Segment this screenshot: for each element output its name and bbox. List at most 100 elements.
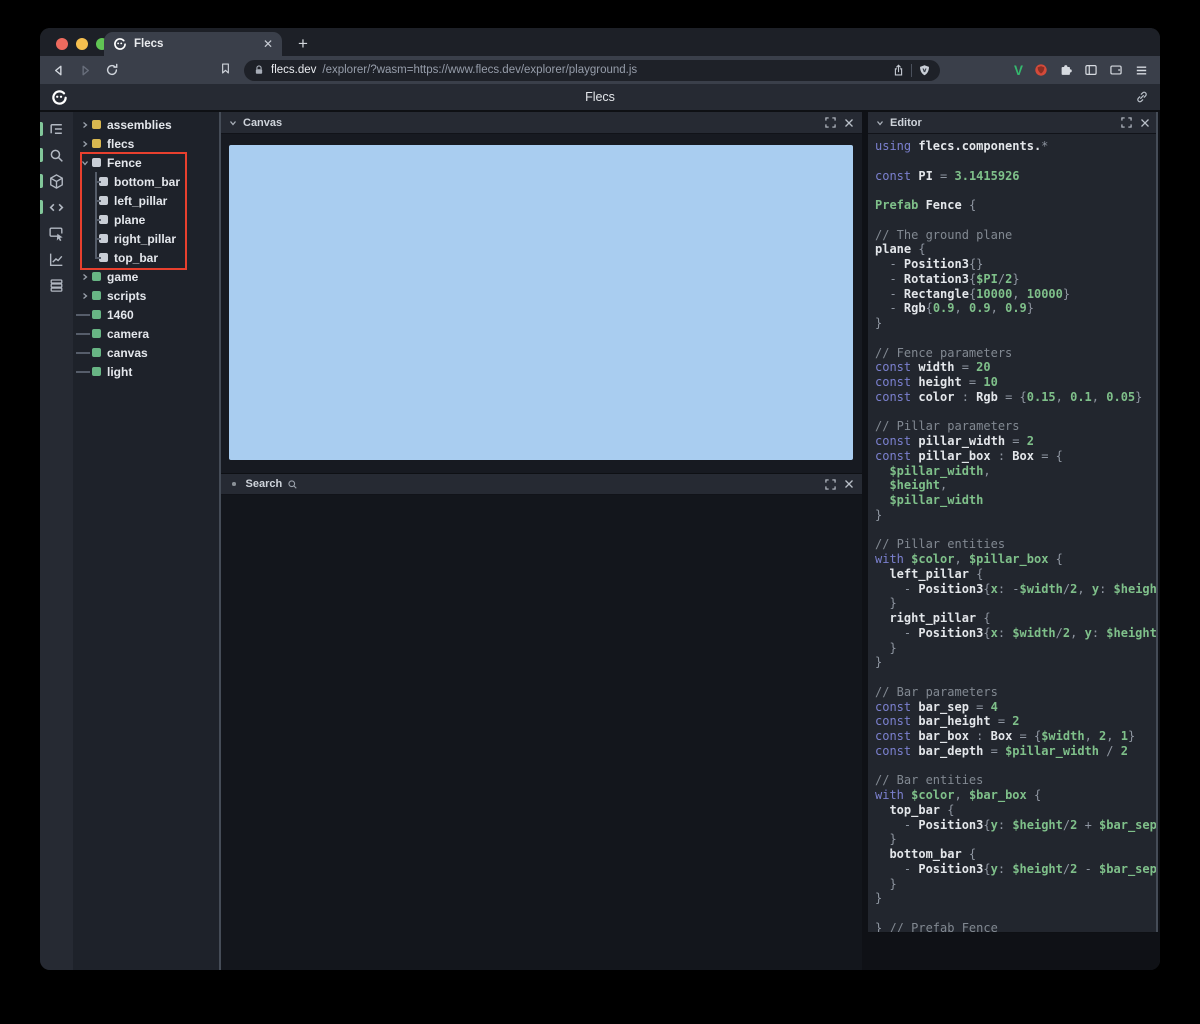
minimize-window-button[interactable] <box>76 38 88 50</box>
entity-tree-tool-button[interactable] <box>40 116 73 142</box>
reload-button[interactable] <box>104 62 120 78</box>
entity-label: bottom_bar <box>114 174 180 189</box>
code-line: const pillar_width = 2 <box>875 434 1034 448</box>
tab-close-button[interactable]: ✕ <box>263 38 273 50</box>
browser-toolbar: flecs.dev/explorer/?wasm=https://www.fle… <box>40 56 1160 84</box>
url-bar[interactable]: flecs.dev/explorer/?wasm=https://www.fle… <box>244 59 940 81</box>
lock-icon <box>253 64 265 76</box>
sidebar-toggle-icon[interactable] <box>1084 63 1098 77</box>
code-line: const bar_height = 2 <box>875 714 1020 729</box>
icon-rail <box>40 112 73 970</box>
scene-tool-button[interactable] <box>40 168 73 194</box>
center-column: Canvas Search <box>221 112 862 970</box>
chevron-down-icon[interactable] <box>78 153 92 172</box>
chevron-down-icon[interactable] <box>229 119 237 127</box>
tree-item-Fence[interactable]: Fence <box>73 153 221 172</box>
bookmark-icon[interactable] <box>219 62 232 75</box>
chevron-right-icon[interactable] <box>78 267 92 286</box>
search-panel-body <box>221 495 862 970</box>
tree-item-scripts[interactable]: scripts <box>73 286 221 305</box>
adblock-extension-icon[interactable] <box>1034 63 1048 77</box>
collapse-dot-icon[interactable] <box>232 482 236 486</box>
search-tool-button[interactable] <box>40 142 73 168</box>
entity-tree: assemblies flecs Fence bottom_bar left_pilla… <box>73 115 221 381</box>
code-line: - Position3{x: -$width/2, y: $height/2} <box>875 581 1158 596</box>
canvas-panel-title: Canvas <box>243 116 283 129</box>
editor-scrollbar[interactable] <box>1156 112 1158 932</box>
stats-tool-button[interactable] <box>40 246 73 272</box>
entity-icon <box>92 139 101 148</box>
browser-tab[interactable]: Flecs ✕ <box>104 32 282 56</box>
code-line: const bar_sep = 4 <box>875 699 998 714</box>
code-line: // Pillar parameters <box>875 419 1020 434</box>
editor-footer-area <box>868 932 1158 970</box>
vimium-extension-icon[interactable]: V <box>1014 63 1023 78</box>
fullscreen-icon[interactable] <box>825 117 836 128</box>
tree-item-game[interactable]: game <box>73 267 221 286</box>
fullscreen-icon[interactable] <box>1121 117 1132 128</box>
tree-item-camera[interactable]: camera <box>73 324 221 343</box>
tree-item-bottom_bar[interactable]: bottom_bar <box>73 172 221 191</box>
editor-panel-title: Editor <box>890 116 922 129</box>
entity-label: canvas <box>107 345 148 360</box>
script-editor[interactable]: using flecs.components.* const PI = 3.141… <box>868 134 1158 932</box>
code-line: with $color, $bar_box { <box>875 788 1042 802</box>
close-panel-icon[interactable] <box>1140 118 1150 128</box>
tree-item-right_pillar[interactable]: right_pillar <box>73 229 221 248</box>
code-line: const bar_box : Box = {$width, 2, 1} <box>875 729 1136 743</box>
extensions-puzzle-icon[interactable] <box>1059 63 1073 77</box>
fullscreen-icon[interactable] <box>825 478 836 490</box>
share-icon[interactable] <box>892 64 905 77</box>
tree-item-flecs[interactable]: flecs <box>73 134 221 153</box>
archive-tool-button[interactable] <box>40 272 73 298</box>
tree-item-assemblies[interactable]: assemblies <box>73 115 221 134</box>
close-panel-icon[interactable] <box>844 479 854 489</box>
code-line: top_bar { <box>875 802 955 817</box>
code-line: plane { <box>875 242 926 257</box>
entity-label: top_bar <box>114 250 159 265</box>
code-line: using flecs.components.* <box>875 139 1049 153</box>
entity-label: Fence <box>107 155 142 170</box>
tree-item-top_bar[interactable]: top_bar <box>73 248 221 267</box>
code-tool-button[interactable] <box>40 194 73 220</box>
code-line: } <box>875 640 897 655</box>
search-icon <box>287 479 298 490</box>
menu-icon[interactable] <box>1134 63 1149 78</box>
tree-item-left_pillar[interactable]: left_pillar <box>73 191 221 210</box>
tree-item-1460[interactable]: 1460 <box>73 305 221 324</box>
3d-canvas[interactable] <box>229 145 853 460</box>
brave-shield-icon[interactable] <box>918 64 931 77</box>
inspector-icon <box>48 225 65 242</box>
close-panel-icon[interactable] <box>844 118 854 128</box>
permalink-icon[interactable] <box>1135 90 1149 104</box>
code-line: const PI = 3.1415926 <box>875 168 1020 183</box>
code-line: with $color, $pillar_box { <box>875 552 1063 566</box>
tree-item-light[interactable]: light <box>73 362 221 381</box>
chevron-right-icon[interactable] <box>78 115 92 134</box>
forward-button[interactable] <box>77 62 93 78</box>
code-line: const pillar_box : Box = { <box>875 448 1063 463</box>
wallet-icon[interactable] <box>1109 63 1123 77</box>
entity-tree-icon <box>48 121 65 138</box>
inspector-tool-button[interactable] <box>40 220 73 246</box>
entity-icon <box>92 291 101 300</box>
back-button[interactable] <box>50 62 66 78</box>
chevron-right-icon[interactable] <box>78 134 92 153</box>
code-content: using flecs.components.* const PI = 3.141… <box>875 139 1158 932</box>
chevron-down-icon[interactable] <box>876 119 884 127</box>
code-line: } <box>875 832 897 847</box>
code-line: // Fence parameters <box>875 345 1013 360</box>
tree-connector <box>78 229 101 248</box>
chevron-right-icon[interactable] <box>78 286 92 305</box>
code-line: - Position3{y: $height/2 + $bar_sep/2} <box>875 817 1158 832</box>
entity-icon <box>92 120 101 129</box>
search-panel-header: Search <box>221 473 862 495</box>
close-window-button[interactable] <box>56 38 68 50</box>
tree-item-canvas[interactable]: canvas <box>73 343 221 362</box>
code-line: left_pillar { <box>875 566 984 581</box>
tree-item-plane[interactable]: plane <box>73 210 221 229</box>
new-tab-button[interactable]: + <box>292 32 314 56</box>
